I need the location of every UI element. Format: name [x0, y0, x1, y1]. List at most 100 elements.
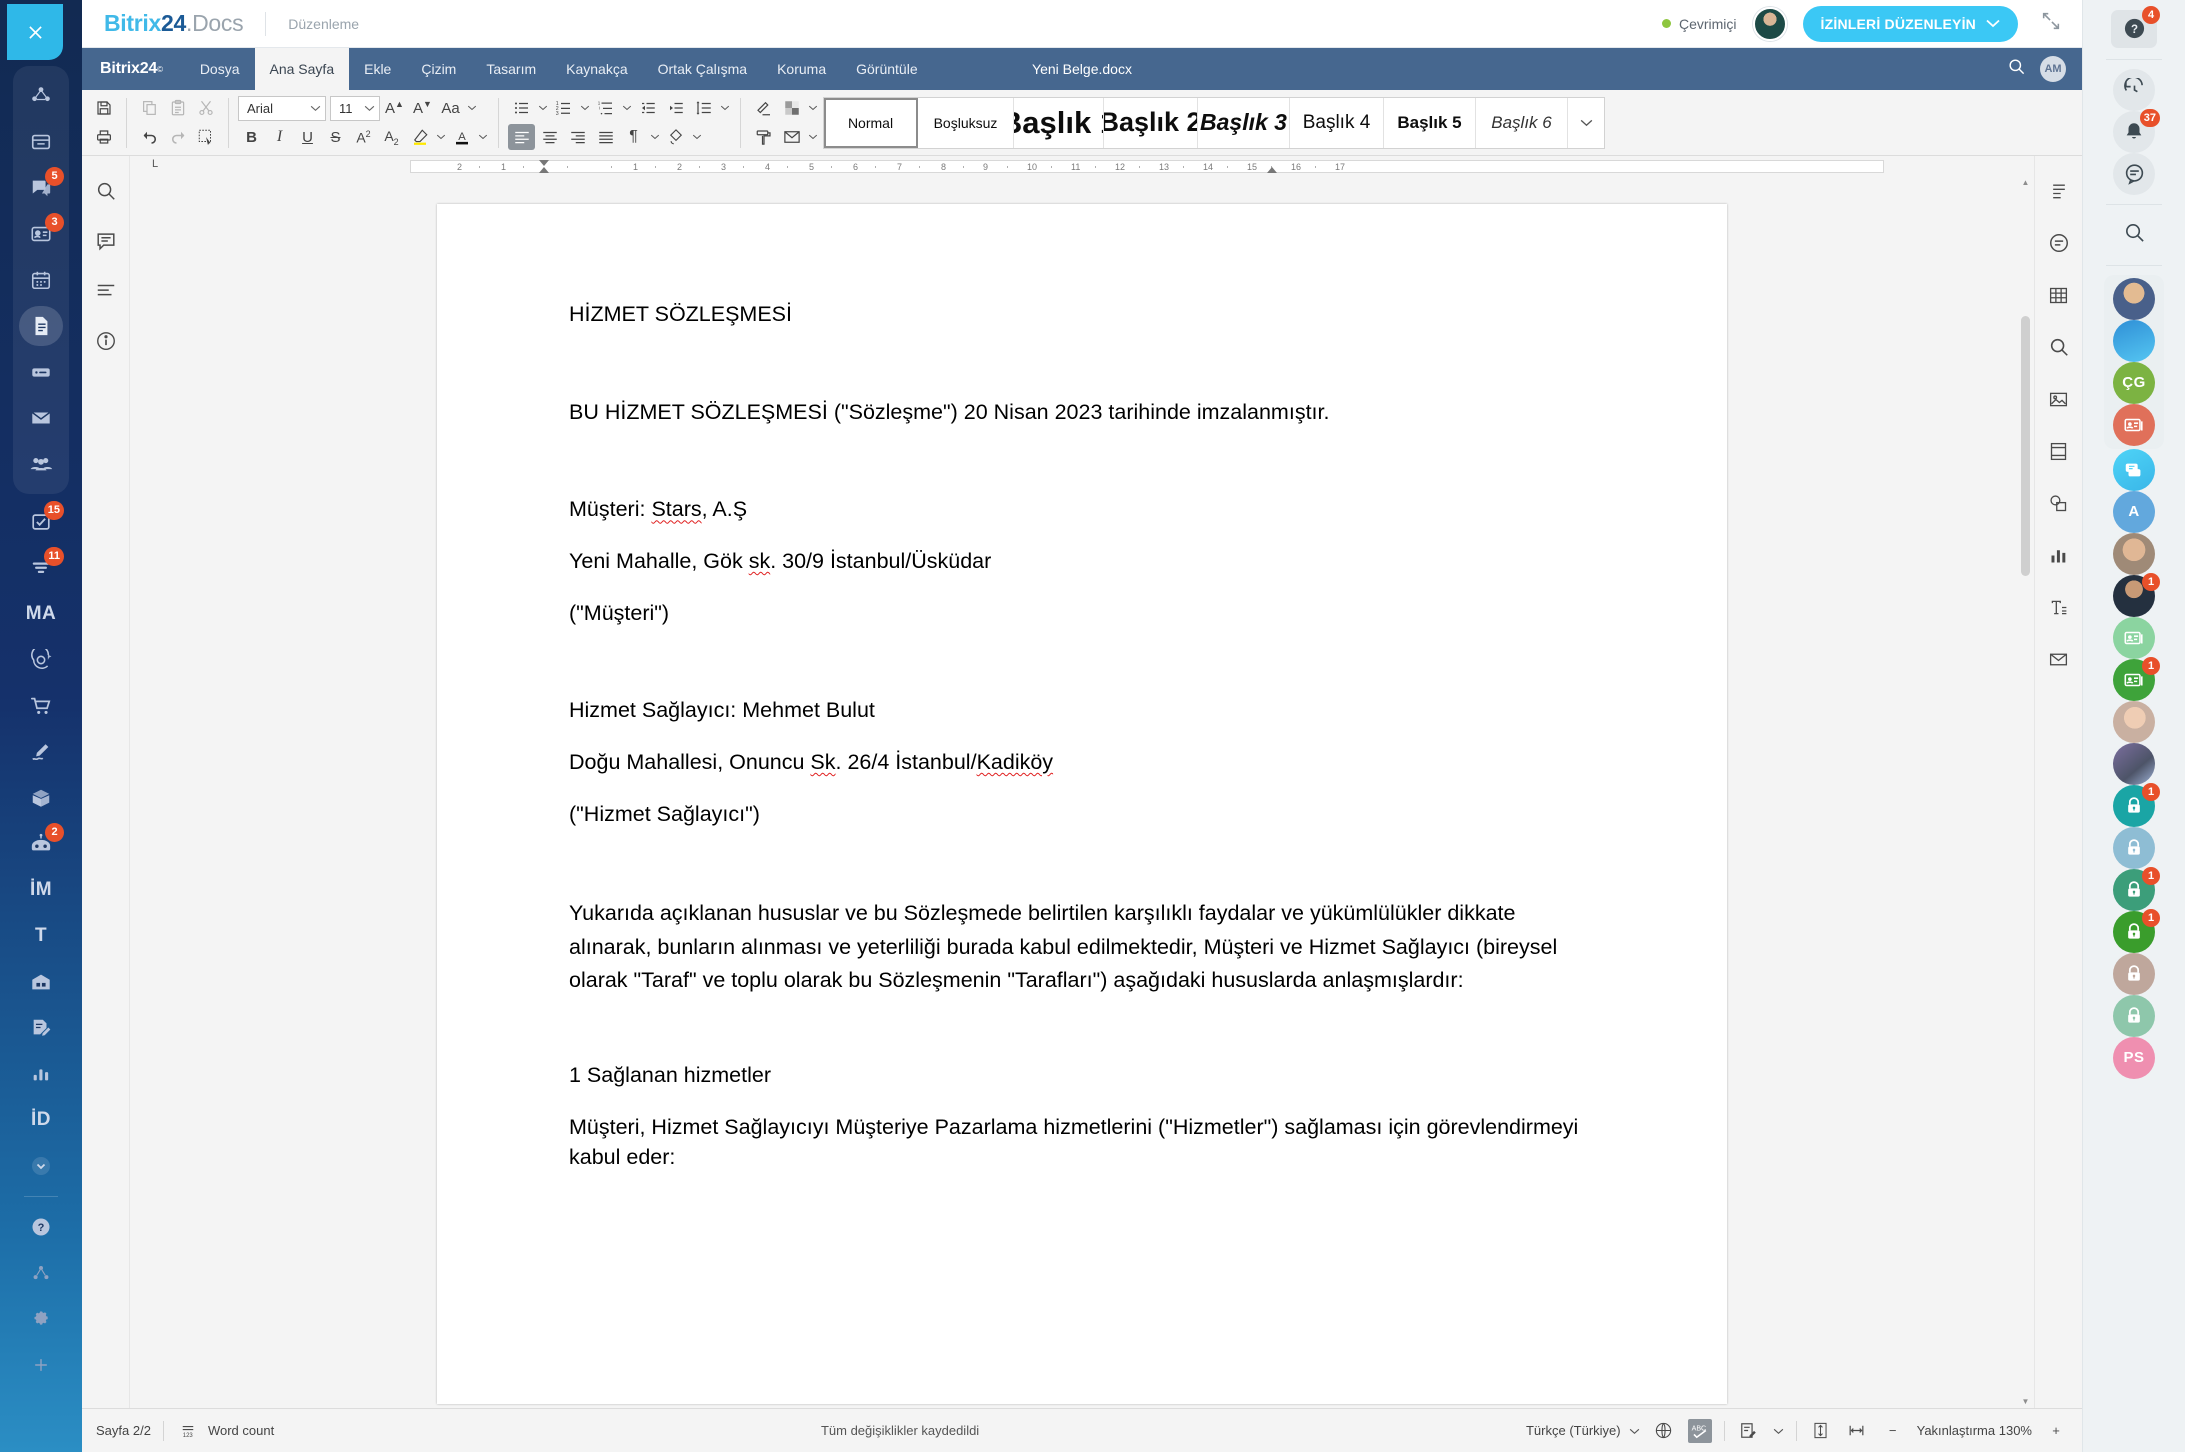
paragraph-marks-icon[interactable] — [2044, 176, 2074, 206]
language-selector[interactable]: Türkçe (Türkiye) — [1526, 1423, 1640, 1438]
list-item[interactable]: 1 — [2104, 573, 2164, 617]
header-footer-icon[interactable] — [2044, 436, 2074, 466]
sidebar-item-more[interactable] — [15, 1143, 67, 1189]
fullscreen-icon[interactable] — [2034, 10, 2068, 37]
sidebar-item-terminal[interactable]: T — [15, 913, 67, 959]
sidebar-item-id[interactable]: İD — [15, 1097, 67, 1143]
comments-icon[interactable] — [91, 226, 121, 256]
style-heading-1[interactable]: Başlık 1 — [1014, 97, 1104, 148]
sidebar-item-documents[interactable] — [15, 303, 67, 349]
style-no-spacing[interactable]: Boşluksuz — [918, 97, 1014, 148]
cut-icon[interactable] — [192, 95, 219, 121]
shading-swatch-icon[interactable] — [778, 95, 805, 121]
list-item[interactable]: A — [2104, 490, 2164, 533]
sidebar-item-feed[interactable] — [15, 119, 67, 165]
change-case-icon[interactable]: Aa — [437, 95, 464, 121]
print-icon[interactable] — [90, 124, 117, 150]
paint-roller-icon[interactable] — [750, 124, 777, 150]
right-notifications-button[interactable]: 37 — [2104, 109, 2164, 153]
zoom-level-label[interactable]: Yakınlaştırma 130% — [1917, 1423, 2032, 1438]
right-history-button[interactable] — [2104, 68, 2164, 111]
info-icon[interactable] — [91, 326, 121, 356]
style-heading-4[interactable]: Başlık 4 — [1290, 97, 1384, 148]
style-normal[interactable]: Normal — [824, 97, 918, 148]
chart-icon[interactable] — [2044, 540, 2074, 570]
list-item[interactable] — [2104, 403, 2164, 446]
underline-icon[interactable]: U — [294, 124, 321, 150]
tab-koruma[interactable]: Koruma — [762, 48, 841, 90]
sidebar-item-help[interactable]: ? — [15, 1204, 67, 1250]
sidebar-item-inventory[interactable]: İM — [15, 867, 67, 913]
sidebar-item-chat[interactable]: 5 — [15, 165, 67, 211]
list-item[interactable]: 1 — [2104, 867, 2164, 911]
format-painter-icon[interactable] — [192, 124, 219, 150]
sidebar-item-contacts[interactable]: 3 — [15, 211, 67, 257]
sidebar-item-esign[interactable] — [15, 1005, 67, 1051]
list-item[interactable] — [2104, 448, 2164, 491]
plus-icon[interactable] — [15, 1342, 67, 1388]
chevron-down-icon[interactable] — [1773, 1423, 1784, 1438]
strikethrough-icon[interactable]: S — [322, 124, 349, 150]
undo-icon[interactable] — [136, 124, 163, 150]
sidebar-item-warehouse[interactable] — [15, 959, 67, 1005]
style-heading-3[interactable]: Başlık 3 — [1198, 97, 1290, 148]
align-center-icon[interactable] — [536, 124, 563, 150]
tab-dosya[interactable]: Dosya — [185, 48, 255, 90]
increase-indent-icon[interactable] — [662, 95, 689, 121]
right-help-button[interactable]: 4 ? — [2104, 6, 2164, 49]
tab-stop-indicator[interactable] — [130, 156, 410, 176]
vertical-scrollbar[interactable]: ▲ ▼ — [2019, 176, 2032, 1408]
track-changes-icon[interactable] — [1737, 1419, 1761, 1443]
list-item[interactable] — [2104, 700, 2164, 743]
image-icon[interactable] — [2044, 384, 2074, 414]
fit-page-icon[interactable] — [1809, 1419, 1833, 1443]
spellcheck-icon[interactable]: ABC — [1687, 1418, 1712, 1443]
sidebar-item-bot[interactable]: 2 — [15, 821, 67, 867]
navigation-icon[interactable] — [91, 276, 121, 306]
sidebar-item-box[interactable] — [15, 775, 67, 821]
highlight-color-icon[interactable] — [406, 124, 433, 150]
clear-formatting-icon[interactable] — [750, 95, 777, 121]
superscript-icon[interactable]: A2 — [350, 124, 377, 150]
align-left-icon[interactable] — [508, 124, 535, 150]
align-right-icon[interactable] — [564, 124, 591, 150]
chat-panel-icon[interactable] — [2044, 228, 2074, 258]
sidebar-item-crm-funnel[interactable]: 11 — [15, 545, 67, 591]
tab-ortak-calisma[interactable]: Ortak Çalışma — [643, 48, 762, 90]
paste-icon[interactable] — [164, 95, 191, 121]
sidebar-item-calendar[interactable] — [15, 257, 67, 303]
list-item[interactable] — [2104, 742, 2164, 785]
document-content[interactable]: HİZMET SÖZLEŞMESİ BU HİZMET SÖZLEŞMESİ (… — [569, 300, 1595, 1172]
sidebar-item-groups[interactable] — [15, 441, 67, 487]
numbered-list-icon[interactable]: 123 — [550, 95, 577, 121]
tab-tasarim[interactable]: Tasarım — [471, 48, 551, 90]
bitrix-docs-logo[interactable]: Bitrix24.Docs — [104, 10, 244, 37]
list-item[interactable] — [2104, 277, 2164, 320]
sidebar-item-marketing[interactable]: MA — [15, 591, 67, 637]
font-color-icon[interactable]: A — [448, 124, 475, 150]
horizontal-ruler[interactable]: 2 1 1 2 3 4 5 6 7 8 9 10 11 12 13 14 15 … — [410, 159, 1884, 173]
globe-icon[interactable] — [1652, 1419, 1676, 1443]
shading-icon[interactable] — [662, 124, 689, 150]
list-item[interactable]: ÇG — [2104, 361, 2164, 404]
gear-icon[interactable] — [15, 1296, 67, 1342]
user-initials-avatar[interactable]: AM — [2040, 56, 2066, 82]
search-panel-icon[interactable] — [2044, 332, 2074, 362]
avatar[interactable] — [1752, 6, 1787, 41]
right-messages-button[interactable] — [2104, 152, 2164, 195]
scrollbar-thumb[interactable] — [2021, 316, 2030, 576]
sidebar-item-analytics[interactable] — [15, 1051, 67, 1097]
zoom-in-button[interactable]: + — [2044, 1419, 2068, 1443]
close-icon[interactable] — [7, 4, 63, 60]
sidebar-item-sitemap[interactable] — [15, 1250, 67, 1296]
save-icon[interactable] — [90, 95, 117, 121]
sidebar-item-shop[interactable] — [15, 683, 67, 729]
edit-permissions-button[interactable]: İZİNLERİ DÜZENLEYİN — [1802, 5, 2018, 42]
list-item[interactable]: 1 — [2104, 657, 2164, 701]
list-item[interactable]: PS — [2104, 1036, 2164, 1079]
shapes-icon[interactable] — [2044, 488, 2074, 518]
fit-width-icon[interactable] — [1845, 1419, 1869, 1443]
list-item[interactable] — [2104, 532, 2164, 575]
right-search-button[interactable] — [2104, 214, 2164, 255]
tab-kaynakca[interactable]: Kaynakça — [551, 48, 642, 90]
